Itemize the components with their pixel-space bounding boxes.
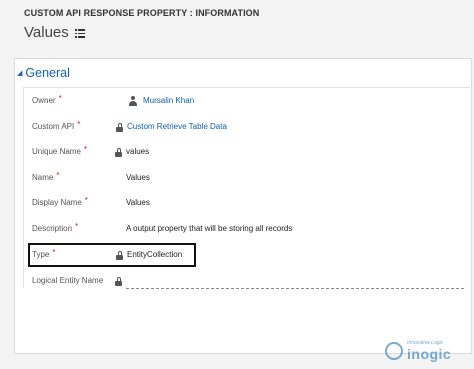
field-label-custom-api: Custom API * bbox=[32, 120, 81, 131]
record-title[interactable]: Values bbox=[24, 24, 69, 41]
owner-lookup-link[interactable]: Mursalin Khan bbox=[143, 96, 194, 105]
record-title-selector[interactable]: Values bbox=[24, 22, 85, 42]
collapse-caret-icon[interactable]: ◢ bbox=[17, 69, 22, 77]
field-label-logical-entity-name: Logical Entity Name bbox=[32, 276, 104, 285]
entity-type-label: CUSTOM API RESPONSE PROPERTY : INFORMATI… bbox=[24, 8, 260, 18]
field-label-unique-name: Unique Name * bbox=[32, 145, 88, 156]
lock-icon bbox=[115, 277, 122, 286]
user-icon bbox=[129, 96, 137, 106]
section-title[interactable]: General bbox=[25, 66, 69, 80]
field-label-owner: Owner * bbox=[32, 94, 62, 105]
form-selector-icon[interactable] bbox=[74, 28, 85, 38]
field-row-unique-name: Unique Name * values bbox=[32, 145, 462, 161]
logical-entity-name-empty-field bbox=[126, 288, 464, 289]
field-label-description: Description * bbox=[32, 222, 79, 233]
section-general-toggle[interactable]: ◢ General bbox=[17, 64, 70, 82]
required-indicator: * bbox=[84, 196, 88, 205]
field-row-description: Description * A output property that will… bbox=[32, 222, 462, 238]
brand-watermark: Innovative Logic inogic bbox=[385, 338, 471, 366]
form-header: CUSTOM API RESPONSE PROPERTY : INFORMATI… bbox=[0, 0, 474, 56]
required-indicator: * bbox=[77, 120, 81, 129]
display-name-field[interactable]: Values bbox=[126, 198, 150, 207]
required-indicator: * bbox=[56, 171, 60, 180]
brand-name: inogic bbox=[407, 346, 452, 362]
type-highlight-box bbox=[28, 243, 196, 267]
brand-logo-icon bbox=[385, 342, 403, 360]
field-label-display-name: Display Name * bbox=[32, 196, 88, 207]
required-indicator: * bbox=[75, 222, 79, 231]
custom-api-lookup-link[interactable]: Custom Retrieve Table Data bbox=[127, 122, 227, 131]
field-row-display-name: Display Name * Values bbox=[32, 196, 462, 212]
field-label-name: Name * bbox=[32, 171, 60, 182]
required-indicator: * bbox=[58, 94, 62, 103]
name-field[interactable]: Values bbox=[126, 173, 150, 182]
unique-name-value: values bbox=[126, 147, 150, 156]
field-row-owner: Owner * Mursalin Khan bbox=[32, 94, 462, 110]
description-field[interactable]: A output property that will be storing a… bbox=[126, 224, 292, 233]
lock-icon bbox=[116, 123, 123, 132]
field-row-custom-api: Custom API * Custom Retrieve Table Data bbox=[32, 120, 462, 136]
lock-icon bbox=[115, 148, 122, 157]
required-indicator: * bbox=[83, 145, 88, 154]
field-row-name: Name * Values bbox=[32, 171, 462, 187]
